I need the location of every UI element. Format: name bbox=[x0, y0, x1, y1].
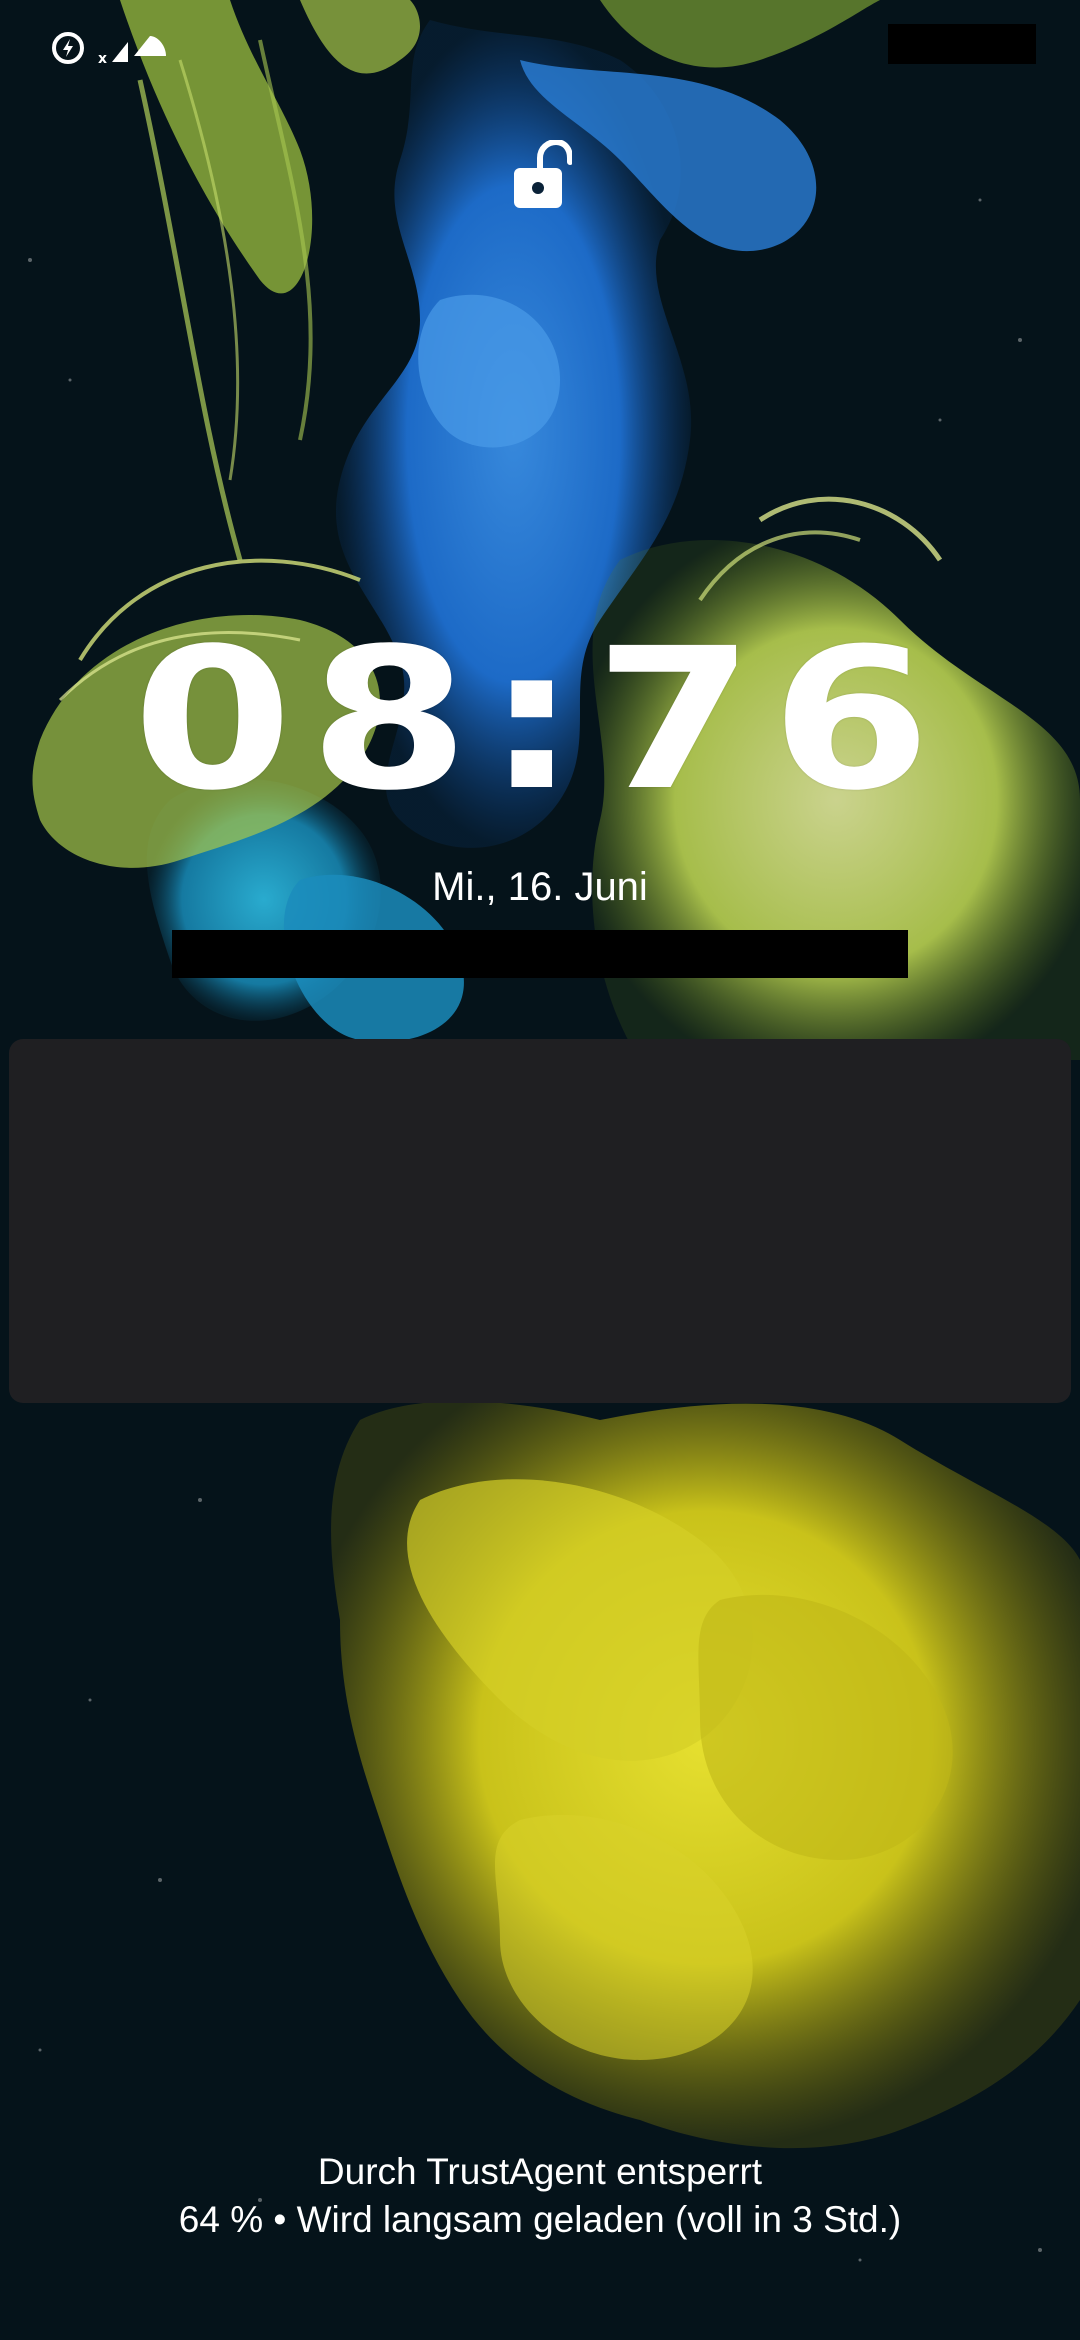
lockscreen-clock: 08:76 bbox=[132, 606, 948, 833]
lockscreen: x 08:76 Mi., 16. Juni Durch TrustAgent e… bbox=[0, 0, 1080, 2340]
notification-card[interactable] bbox=[9, 1039, 1071, 1403]
status-bar: x bbox=[0, 0, 1080, 90]
wifi-icon bbox=[134, 36, 166, 56]
svg-text:x: x bbox=[98, 51, 107, 66]
lockscreen-date[interactable]: Mi., 16. Juni bbox=[0, 862, 1080, 912]
redacted-status-area bbox=[888, 24, 1036, 64]
unlocked-padlock-icon[interactable] bbox=[510, 140, 572, 212]
charging-status: 64 % • Wird langsam geladen (voll in 3 S… bbox=[178, 2199, 902, 2240]
trust-agent-status: Durch TrustAgent entsperrt bbox=[317, 2151, 763, 2192]
no-signal-icon: x bbox=[98, 42, 128, 66]
redacted-info-bar bbox=[172, 930, 908, 978]
data-saver-icon bbox=[52, 32, 84, 64]
